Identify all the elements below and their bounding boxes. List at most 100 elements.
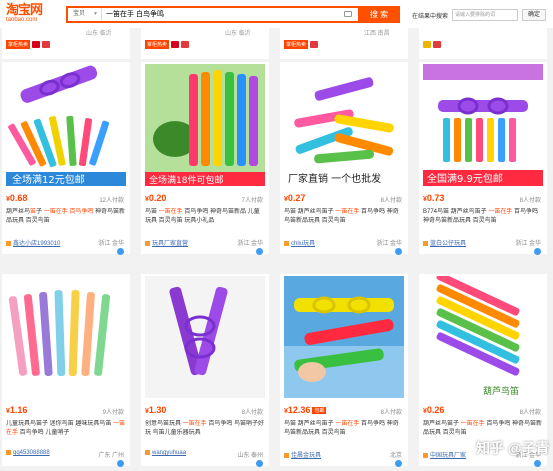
sold-count: 8人付款 [380,410,402,416]
within-confirm-button[interactable]: 确定 [522,9,546,21]
location: 浙江 金华 [237,241,263,247]
shop-icon [423,452,428,458]
product-title[interactable]: 鸟笛 葫芦丝鸟笛子 一笛在手 百鸟争鸣 神奇鸟笛新品玩具 百灵鸟笛 [284,208,404,236]
product-image[interactable]: 葫芦鸟笛 [423,276,543,398]
product-card[interactable]: ¥12.36 包邮 8人付款 鸟笛 葫芦丝鸟笛子 一笛在手 百鸟争鸣 神奇鸟笛新品… [280,274,408,467]
promo-banner: 葫芦鸟笛 [483,385,519,397]
product-card[interactable]: 全国满9.9元包邮 ¥0.73 8人付款 B774鸟笛 葫芦丝鸟笛子 一笛在手 … [419,62,547,255]
product-image[interactable] [284,276,404,398]
shop-link[interactable]: 玩具厂家直营 [145,238,188,247]
product-image[interactable] [145,276,265,398]
product-title[interactable]: 鸟笛 一笛在手 百鸟争鸣 神奇鸟笛新品 儿童玩具 百灵鸟笛 玩具小礼品 [145,208,265,236]
hot-seller-tag: 掌柜热卖 [145,40,170,50]
shop-link[interactable]: 蓝白公仔玩具 [423,238,466,247]
shop-icon [284,240,289,246]
prev-location: 山东 临沂 [225,31,251,37]
gift-icon [181,41,190,49]
price: ¥12.36 包邮 [284,405,327,415]
prev-tags: 掌柜热卖 [6,40,52,50]
chevron-down-icon: ▼ [93,11,98,17]
product-image[interactable]: 全国满9.9元包邮 [423,64,543,186]
search-button[interactable]: 搜 索 [358,6,400,23]
chat-icon[interactable] [117,460,124,467]
shop-link[interactable]: 鑫达小店1993010 [6,238,60,247]
location: 山东 泰州 [237,453,263,459]
shop-link[interactable]: 中国玩具厂家 [423,450,466,459]
location: 浙江 金华 [515,241,541,247]
shop-link[interactable]: chlxi玩具 [284,238,315,247]
within-results-label: 在结果中搜索 [412,14,449,20]
sold-count: 8人付款 [519,198,541,204]
shop-icon [6,450,11,455]
promo-banner: 全场满12元包邮 [12,173,85,186]
logo-subtext: taobao.com [6,17,38,23]
price-value: 1.30 [148,405,167,415]
chat-icon[interactable] [256,460,263,467]
price: ¥1.30 [145,405,167,415]
prev-card: 山东 临沂 掌柜热卖 [2,28,130,59]
price-value: 0.73 [426,193,445,203]
product-image[interactable]: 全场满18件可包邮 [145,64,265,186]
location: 浙江 金华 [98,241,124,247]
top-search-bar: 淘宝网 taobao.com 宝贝 ▼ 一笛在手 白鸟争鸣 搜 索 在结果中搜索… [0,0,553,28]
chat-icon[interactable] [117,248,124,255]
shop-icon [145,240,150,246]
chat-icon[interactable] [395,460,402,467]
price-value: 0.68 [9,193,28,203]
product-title[interactable]: 儿童玩具鸟笛子 迷你鸟笛 趣味玩具鸟笛 一笛在手 百鸟争鸣 儿童哨子 [6,420,126,448]
sold-count: 7人付款 [241,198,263,204]
prev-card [419,28,547,59]
price: ¥0.20 [145,193,167,203]
promo-banner: 全场满18件可包邮 [149,174,223,186]
category-select[interactable]: 宝贝 ▼ [70,8,102,21]
free-shipping-badge: 包邮 [312,407,327,415]
product-card[interactable]: 全场满12元包邮 ¥0.68 12人付款 葫芦丝鸟笛子 一笛在手 百鸟争鸣 神奇… [2,62,130,255]
product-title[interactable]: 鸟笛 葫芦丝鸟笛子 一笛在手 百鸟争鸣 神奇鸟笛新品玩具 百灵鸟笛 [284,420,404,448]
price: ¥0.26 [423,405,445,415]
shop-link[interactable]: 佳晨金玩具 [284,450,321,459]
promo-banner: 厂家直销 一个也批发 [288,172,381,185]
shop-link[interactable]: wangyuhuaa [145,450,186,456]
prev-card: 江西 南昌 掌柜热卖 [280,28,408,59]
sold-count: 8人付款 [519,410,541,416]
search-box: 宝贝 ▼ 一笛在手 白鸟争鸣 [66,6,360,23]
taobao-logo[interactable]: 淘宝网 taobao.com [6,3,58,25]
sold-count: 12人付款 [99,198,124,204]
product-title[interactable]: 葫芦丝鸟笛子 一笛在手 百鸟争鸣 神奇鸟笛新品玩具 百灵鸟笛 [6,208,126,236]
product-card[interactable]: 厂家直销 一个也批发 ¥0.27 8人付款 鸟笛 葫芦丝鸟笛子 一笛在手 百鸟争… [280,62,408,255]
product-image[interactable]: 全场满12元包邮 [6,64,126,186]
prev-tags [423,40,443,49]
gift-icon [433,41,441,49]
location: 广东 广州 [98,453,124,459]
shop-link[interactable]: qq453088888 [6,450,50,456]
price-value: 1.16 [9,405,28,415]
product-card[interactable]: ¥1.16 9人付款 儿童玩具鸟笛子 迷你鸟笛 趣味玩具鸟笛 一笛在手 百鸟争鸣… [2,274,130,467]
category-label: 宝贝 [73,11,86,17]
chat-icon[interactable] [534,460,541,467]
product-card[interactable]: ¥1.30 8人付款 创意鸟笛玩具 一笛在手 百鸟争鸣 鸟笛哨子好玩 鸟笛儿童乐… [141,274,269,467]
sold-count: 8人付款 [241,410,263,416]
product-title[interactable]: B774鸟笛 葫芦丝鸟笛子 一笛在手 百鸟争鸣 神奇鸟笛新品玩具 百灵鸟笛 [423,208,543,236]
logo-text: 淘宝网 [6,2,43,17]
shop-icon [6,240,11,246]
search-input[interactable]: 一笛在手 白鸟争鸣 [106,8,164,21]
location: 北京 [389,453,402,459]
shop-icon [423,240,428,246]
prev-tags: 掌柜热卖 [284,40,320,50]
product-image[interactable]: 厂家直销 一个也批发 [284,64,404,186]
price-value: 0.27 [287,193,306,203]
prev-tags: 掌柜热卖 [145,40,191,50]
within-results-input[interactable]: 请输入要排除的词 [452,9,518,21]
chat-icon[interactable] [534,248,541,255]
sold-count: 8人付款 [380,198,402,204]
crown-icon [423,41,431,49]
camera-icon[interactable] [344,11,352,17]
price-value: 0.26 [426,405,445,415]
product-title[interactable]: 创意鸟笛玩具 一笛在手 百鸟争鸣 鸟笛哨子好玩 鸟笛儿童乐器玩具 [145,420,265,448]
product-card[interactable]: 全场满18件可包邮 ¥0.20 7人付款 鸟笛 一笛在手 百鸟争鸣 神奇鸟笛新品… [141,62,269,255]
hot-seller-tag: 掌柜热卖 [6,40,31,50]
product-image[interactable] [6,276,126,398]
promo-banner: 全国满9.9元包邮 [427,172,503,185]
chat-icon[interactable] [256,248,263,255]
chat-icon[interactable] [395,248,402,255]
